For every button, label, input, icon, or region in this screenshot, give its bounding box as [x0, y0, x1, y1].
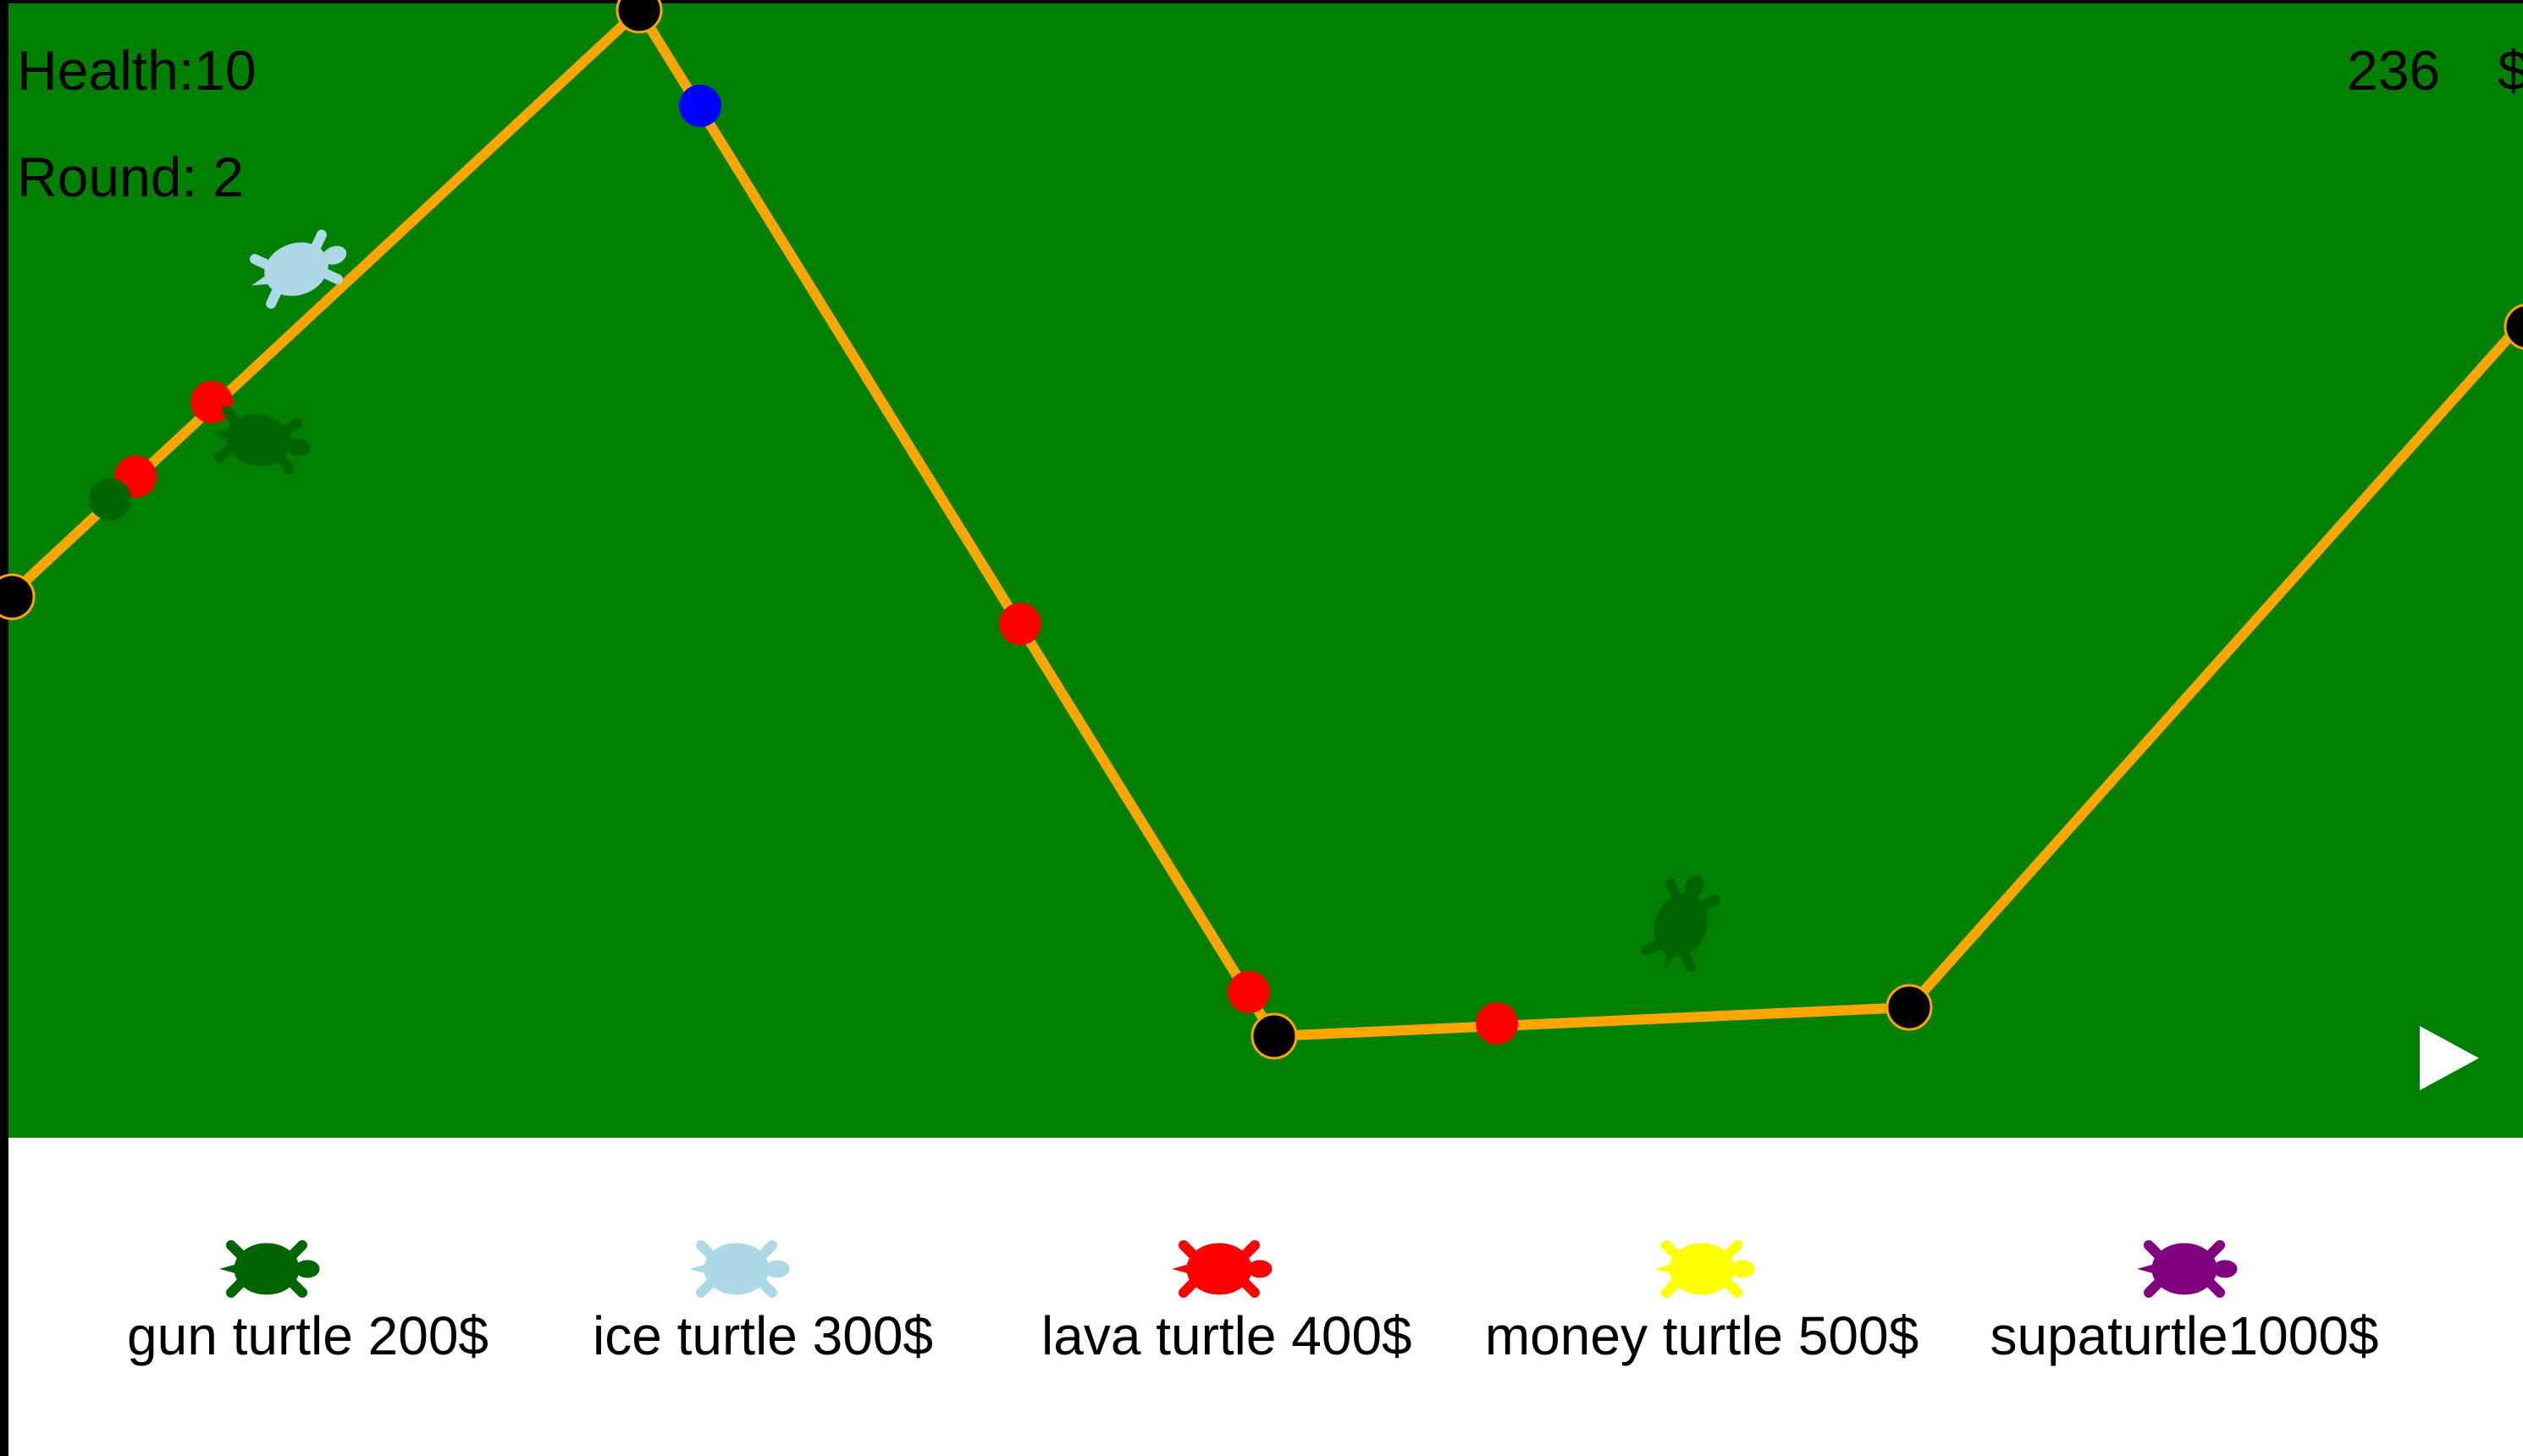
tower-shop: gun turtle 200$ ice turtle 300$ lava tur…: [8, 1138, 2523, 1456]
lava-turtle-icon: [1164, 1231, 1274, 1307]
shop-item-label: money turtle 500$: [1484, 1305, 1919, 1366]
currency-symbol: $: [2498, 39, 2523, 102]
shop-item-label: supaturtle1000$: [1990, 1305, 2379, 1366]
shop-item-label: ice turtle 300$: [593, 1305, 934, 1366]
shop-item-ice-turtle[interactable]: ice turtle 300$: [593, 1231, 934, 1366]
enemy-balloon-blue: [679, 85, 721, 127]
play-icon[interactable]: [2420, 1026, 2479, 1090]
ice-turtle-icon: [682, 1231, 792, 1307]
path-waypoint: [616, 0, 663, 34]
shop-item-lava-turtle[interactable]: lava turtle 400$: [1041, 1231, 1412, 1366]
shop-item-label: gun turtle 200$: [127, 1305, 489, 1366]
round-label: Round:: [17, 146, 197, 208]
enemy-path: [4, 5, 2523, 1041]
shop-item-supaturtle[interactable]: supaturtle1000$: [1964, 1231, 2404, 1363]
shop-item-label: lava turtle 400$: [1041, 1305, 1412, 1366]
enemy-balloon-green: [89, 478, 131, 521]
path-waypoint: [0, 573, 36, 620]
supaturtle-icon: [2129, 1231, 2239, 1307]
round-display: Round: 2: [17, 149, 244, 205]
health-display: Health:10: [17, 42, 257, 98]
health-label: Health:: [17, 39, 195, 102]
round-value: 2: [213, 146, 244, 208]
shop-item-gun-turtle[interactable]: gun turtle 200$: [127, 1231, 489, 1366]
enemy-balloon-red: [999, 603, 1041, 645]
money-value: 236: [2347, 39, 2441, 102]
game-scene[interactable]: [0, 0, 2523, 1138]
health-value: 10: [194, 39, 257, 102]
placed-gun-turtle[interactable]: [1641, 867, 1722, 977]
path-waypoint: [1885, 984, 1933, 1031]
shop-item-money-turtle[interactable]: money turtle 500$: [1482, 1231, 1922, 1363]
enemy-balloon-red: [1476, 1002, 1518, 1045]
money-turtle-icon: [1647, 1231, 1757, 1307]
gun-turtle-icon: [212, 1231, 322, 1307]
path-waypoint: [1250, 1012, 1298, 1060]
enemy-balloon-red: [1228, 971, 1270, 1013]
